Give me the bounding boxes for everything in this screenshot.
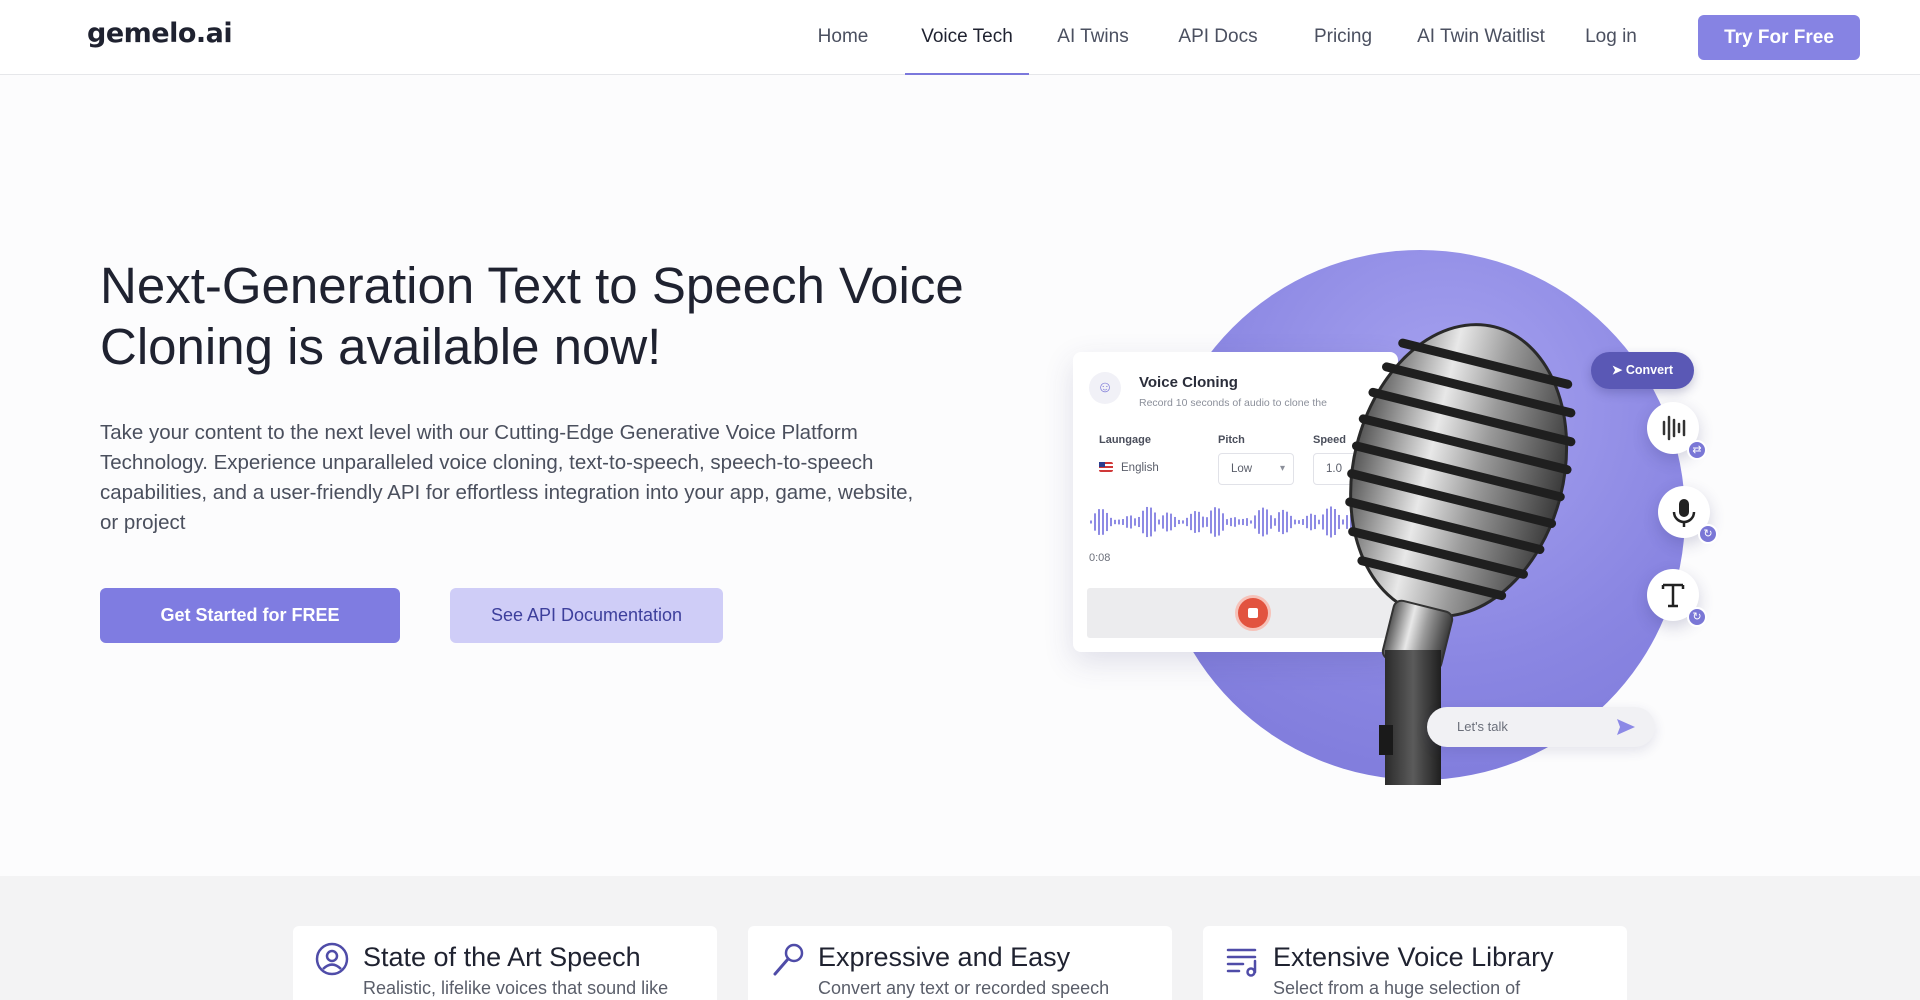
pitch-value: Low (1231, 463, 1253, 475)
top-navigation: gemelo.ai Home Voice Tech AI Twins API D… (0, 0, 1920, 75)
refresh-icon: ↻ (1687, 607, 1707, 627)
chat-input[interactable]: Let's talk (1427, 707, 1655, 747)
pitch-label: Pitch (1218, 434, 1245, 446)
api-documentation-button[interactable]: See API Documentation (450, 588, 723, 643)
feature-description: Realistic, lifelike voices that sound li… (363, 978, 669, 998)
feature-description: Convert any text or recorded speech (818, 978, 1110, 998)
chat-placeholder: Let's talk (1457, 719, 1508, 734)
hero-title: Next-Generation Text to Speech Voice Clo… (100, 257, 964, 375)
feature-title: Expressive and Easy (818, 942, 1071, 972)
card-subtitle: Record 10 seconds of audio to clone the (1139, 397, 1327, 409)
convert-button[interactable]: ➤ Convert (1591, 352, 1694, 389)
feature-card: Expressive and Easy Convert any text or … (748, 926, 1172, 1000)
swap-icon: ⇄ (1687, 440, 1707, 460)
nav-voice-tech[interactable]: Voice Tech (905, 0, 1029, 75)
recording-time: 0:08 (1089, 552, 1111, 564)
nav-login[interactable]: Log in (1578, 0, 1644, 75)
feature-description: Select from a huge selection of (1273, 978, 1521, 998)
logo[interactable]: gemelo.ai (87, 18, 233, 49)
hero-description: Take your content to the next level with… (100, 421, 914, 534)
feature-title: State of the Art Speech (363, 942, 641, 972)
try-for-free-button[interactable]: Try For Free (1698, 15, 1860, 60)
microphone-icon (773, 943, 804, 976)
language-select[interactable]: English (1099, 462, 1159, 474)
nav-pricing[interactable]: Pricing (1304, 0, 1382, 75)
feature-title: Extensive Voice Library (1273, 942, 1554, 972)
playlist-music-icon (1226, 948, 1257, 977)
stop-record-button[interactable] (1235, 595, 1271, 631)
text-tool-button[interactable]: ↻ (1647, 569, 1707, 627)
features-section: State of the Art Speech Realistic, lifel… (0, 876, 1920, 1000)
language-label: Laungage (1099, 434, 1151, 446)
convert-label: Convert (1625, 363, 1674, 377)
feature-card: State of the Art Speech Realistic, lifel… (293, 926, 717, 1000)
feature-card: Extensive Voice Library Select from a hu… (1203, 926, 1627, 1000)
microphone-tool-button[interactable]: ↻ (1658, 486, 1718, 544)
waveform-tool-button[interactable]: ⇄ (1647, 402, 1707, 460)
chevron-down-icon: ▾ (1279, 463, 1285, 474)
us-flag-icon (1099, 462, 1113, 472)
send-icon[interactable] (1615, 716, 1637, 738)
refresh-icon: ↻ (1698, 524, 1718, 544)
card-title: Voice Cloning (1139, 374, 1238, 391)
nav-ai-twins[interactable]: AI Twins (1045, 0, 1141, 75)
nav-api-docs[interactable]: API Docs (1168, 0, 1268, 75)
pitch-select[interactable]: Low ▾ (1218, 453, 1294, 485)
nav-ai-twin-waitlist[interactable]: AI Twin Waitlist (1410, 0, 1552, 75)
robot-icon: ☺ (1089, 372, 1121, 404)
language-value: English (1121, 462, 1159, 474)
user-circle-icon (315, 942, 349, 976)
get-started-button[interactable]: Get Started for FREE (100, 588, 400, 643)
send-icon: ➤ (1611, 363, 1626, 377)
nav-home[interactable]: Home (802, 0, 884, 75)
